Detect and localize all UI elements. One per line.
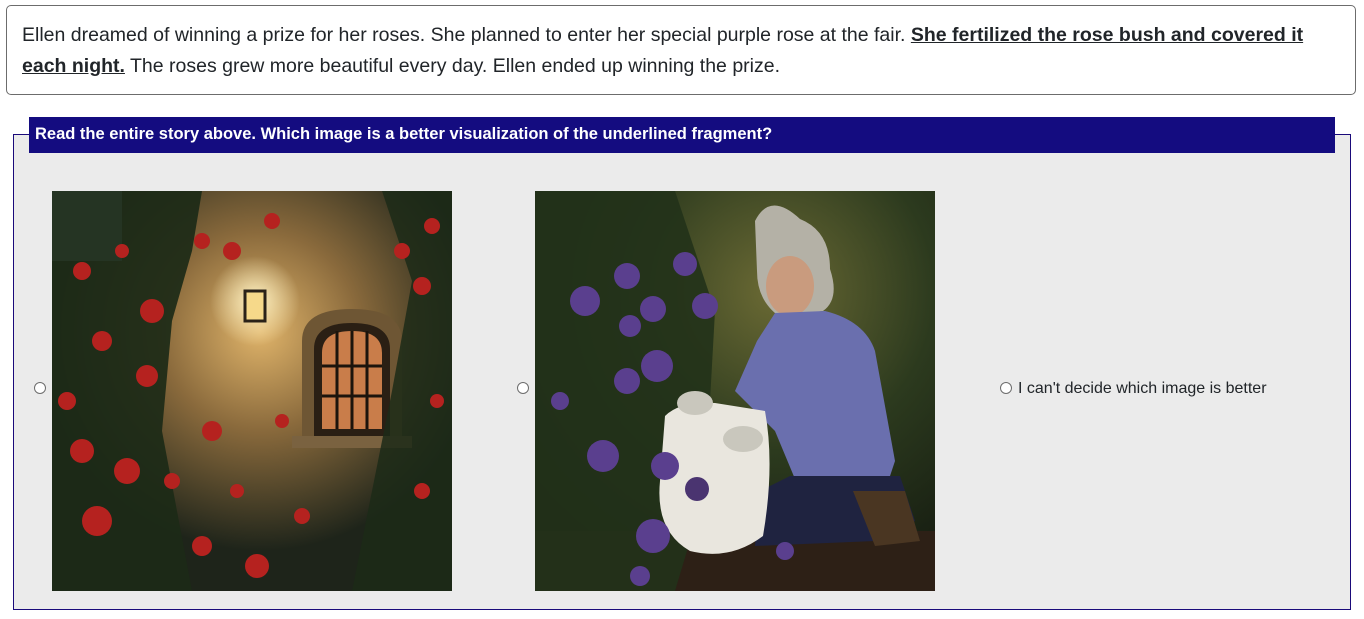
option-a-image[interactable] — [52, 191, 452, 591]
option-b-image[interactable] — [535, 191, 935, 591]
option-a-radio[interactable] — [34, 382, 46, 394]
option-b-radio[interactable] — [517, 382, 529, 394]
question-prompt: Read the entire story above. Which image… — [29, 117, 1335, 153]
cant-decide-label[interactable]: I can't decide which image is better — [1018, 379, 1267, 399]
story-text-box: Ellen dreamed of winning a prize for her… — [6, 5, 1356, 95]
woman-tending-purple-roses-picture — [535, 191, 935, 591]
story-text-after: The roses grew more beautiful every day.… — [124, 55, 781, 77]
story-text-before: Ellen dreamed of winning a prize for her… — [22, 24, 911, 46]
cant-decide-radio[interactable] — [1000, 382, 1012, 394]
rose-wall-window-picture — [52, 191, 452, 591]
